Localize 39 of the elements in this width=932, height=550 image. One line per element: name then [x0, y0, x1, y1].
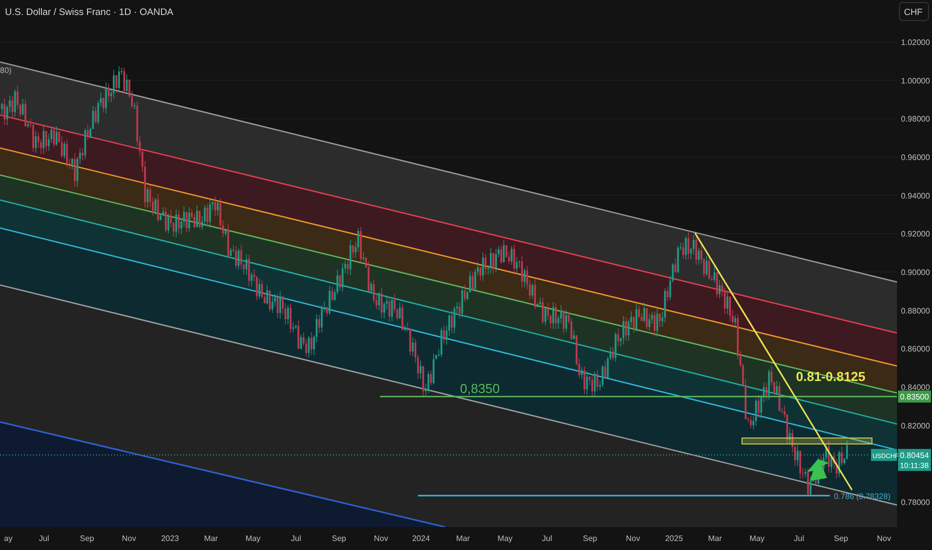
annotation-label: 80): [0, 66, 12, 75]
time-tick-label: Nov: [876, 534, 892, 543]
price-tag: 0.83500: [898, 390, 931, 403]
time-tick-label: May: [749, 534, 765, 543]
time-tick-label: Nov: [122, 534, 136, 543]
price-tick-label: 0.86000: [901, 344, 930, 354]
time-tick-label: 2023: [161, 534, 179, 543]
time-tick-label: ay: [4, 534, 12, 543]
price-tick-label: 0.78000: [901, 498, 930, 507]
time-tick-label: Jul: [38, 534, 50, 543]
time-tick-label: Mar: [456, 534, 470, 543]
price-tick-label: 0.96000: [901, 153, 930, 162]
price-tick-label: 0.82000: [901, 421, 930, 430]
time-tick-label: Jul: [542, 534, 552, 543]
time-tick-label: Mar: [708, 534, 722, 543]
time-tick-label: Nov: [374, 534, 388, 543]
chart-title: U.S. Dollar / Swiss Franc · 1D · OANDA: [5, 7, 174, 18]
time-tick-label: Sep: [834, 534, 848, 543]
time-tick-label: Sep: [332, 534, 346, 543]
time-tick-label: Jul: [794, 534, 804, 543]
time-tick-label: Nov: [626, 534, 640, 543]
time-tick-label: 2025: [665, 534, 683, 543]
time-tick-label: Jul: [290, 534, 302, 543]
price-tick-label: 0.84000: [901, 382, 930, 392]
price-tick-label: 1.02000: [901, 38, 930, 47]
price-tick-label: 0.94000: [901, 191, 930, 200]
price-tick-label: 0.98000: [901, 114, 930, 124]
currency-button[interactable]: CHF: [899, 2, 929, 21]
price-tick-label: 1.00000: [901, 76, 930, 86]
time-tick-label: Sep: [80, 534, 94, 543]
price-tick-label: 0.90000: [901, 268, 930, 277]
time-tick-label: 2024: [412, 534, 430, 543]
price-tick-label: 0.92000: [901, 230, 930, 239]
time-tick-label: Mar: [204, 534, 218, 543]
time-tick-label: May: [245, 534, 261, 543]
time-tick-label: May: [497, 534, 513, 543]
annotation-label: 0,8350: [460, 381, 500, 396]
time-tick-label: Sep: [582, 534, 598, 543]
price-tick-label: 0.88000: [901, 306, 930, 316]
